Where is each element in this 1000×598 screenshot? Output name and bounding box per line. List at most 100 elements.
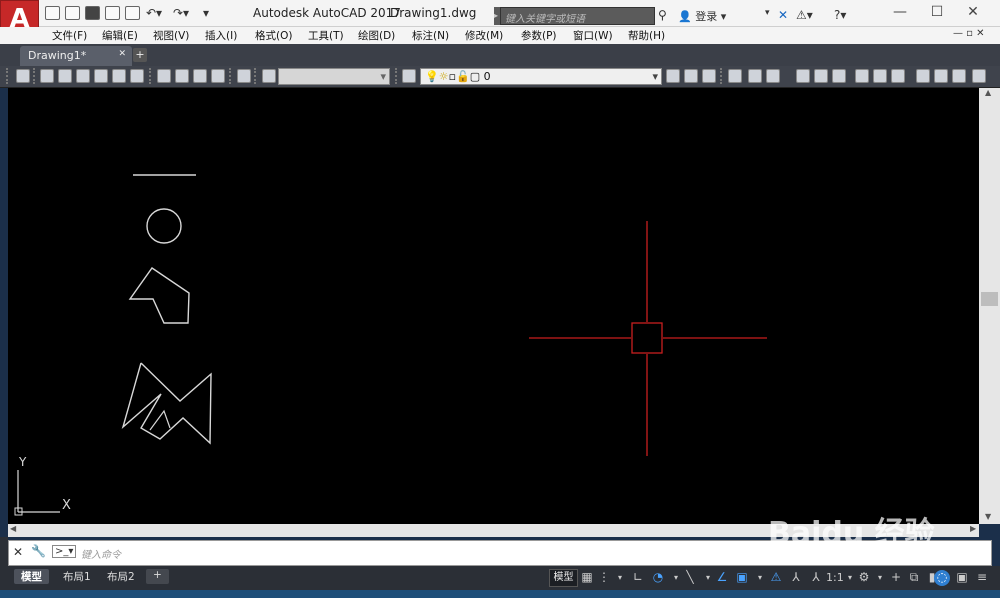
plus-icon[interactable]: +: [888, 570, 904, 586]
user-dropdown-icon[interactable]: ▾: [765, 8, 770, 18]
render-region-icon[interactable]: [175, 69, 189, 83]
shade-wireframe-icon[interactable]: [58, 69, 72, 83]
annotation-visibility-icon[interactable]: ⚠: [768, 570, 784, 586]
menu-edit[interactable]: 编辑(E): [102, 28, 138, 43]
ucs-previous-icon[interactable]: [952, 69, 966, 83]
dimension-ordinate-icon[interactable]: [796, 69, 810, 83]
menu-view[interactable]: 视图(V): [153, 28, 189, 43]
menu-insert[interactable]: 插入(I): [205, 28, 237, 43]
command-input[interactable]: 键入命令: [81, 546, 121, 561]
toolbar-grip[interactable]: [33, 68, 39, 84]
dimension-aligned-icon[interactable]: [748, 69, 762, 83]
recent-commands-icon[interactable]: >_▾: [52, 545, 77, 558]
close-icon[interactable]: ✕: [13, 545, 23, 559]
minimize-button[interactable]: —: [885, 4, 915, 22]
toolbar-grip[interactable]: [395, 68, 401, 84]
visual-styles-manager-icon[interactable]: [16, 69, 30, 83]
circle-entity[interactable]: [146, 208, 182, 244]
menu-help[interactable]: 帮助(H): [628, 28, 665, 43]
help-icon[interactable]: ?▾: [834, 8, 846, 22]
layer-previous-icon[interactable]: [684, 69, 698, 83]
new-tab-button[interactable]: +: [133, 48, 147, 62]
make-current-layer-icon[interactable]: [666, 69, 680, 83]
menu-draw[interactable]: 绘图(D): [358, 28, 395, 43]
menu-window[interactable]: 窗口(W): [573, 28, 613, 43]
named-views-icon[interactable]: [262, 69, 276, 83]
snap-icon[interactable]: ⋮: [596, 570, 612, 586]
isolate-objects-icon[interactable]: ⧉: [906, 570, 922, 586]
toolbar-grip[interactable]: [254, 68, 260, 84]
saveas-icon[interactable]: [105, 6, 120, 20]
print-icon[interactable]: [125, 6, 140, 20]
tab-layout1[interactable]: 布局1: [56, 569, 98, 584]
chevron-down-icon[interactable]: ▾: [612, 570, 628, 586]
dimension-continue-icon[interactable]: [891, 69, 905, 83]
scroll-down-icon[interactable]: ▼: [985, 512, 991, 521]
shade-realistic-icon[interactable]: [94, 69, 108, 83]
close-window-button[interactable]: ✕: [958, 4, 988, 22]
toolbar-grip[interactable]: [229, 68, 235, 84]
document-window-controls[interactable]: — ▫ ✕: [953, 28, 985, 39]
ucs-icon[interactable]: [916, 69, 930, 83]
annotation-scale-icon[interactable]: ⅄: [808, 570, 824, 586]
layer-combobox[interactable]: 💡☼▫🔓▢ 0 ▾: [420, 68, 662, 85]
open-icon[interactable]: [65, 6, 80, 20]
grid-icon[interactable]: ▦: [579, 570, 595, 586]
shade-hidden-icon[interactable]: [76, 69, 90, 83]
scroll-up-icon[interactable]: ▲: [985, 88, 991, 97]
search-input[interactable]: 键入关键字或短语: [500, 7, 655, 25]
shade-conceptual-icon[interactable]: [112, 69, 126, 83]
layer-properties-icon[interactable]: [402, 69, 416, 83]
ucs-world-icon[interactable]: [934, 69, 948, 83]
autodesk-a360-icon[interactable]: ⚠▾: [796, 8, 813, 22]
quick-access-dropdown-icon[interactable]: ▾: [203, 6, 209, 20]
add-layout-button[interactable]: +: [146, 569, 169, 584]
dimension-arc-icon[interactable]: [766, 69, 780, 83]
scroll-right-icon[interactable]: ▶: [970, 524, 976, 533]
visual-style-combobox[interactable]: ▾: [278, 68, 390, 85]
model-space-button[interactable]: 模型: [549, 569, 578, 587]
render-icon[interactable]: [157, 69, 171, 83]
undo-icon[interactable]: ↶▾: [146, 6, 162, 20]
scroll-left-icon[interactable]: ◀: [10, 524, 16, 533]
polar-tracking-icon[interactable]: ◔: [650, 570, 666, 586]
dimension-linear-icon[interactable]: [728, 69, 742, 83]
annotation-autoscale-icon[interactable]: ⅄: [788, 570, 804, 586]
menu-file[interactable]: 文件(F): [52, 28, 87, 43]
object-snap-tracking-icon[interactable]: ∠: [714, 570, 730, 586]
close-icon[interactable]: ✕: [118, 49, 126, 59]
ucs-object-icon[interactable]: [972, 69, 986, 83]
shade-2d-wireframe-icon[interactable]: [40, 69, 54, 83]
chevron-down-icon[interactable]: ▾: [872, 570, 888, 586]
menu-tools[interactable]: 工具(T): [308, 28, 344, 43]
menu-icon[interactable]: ≡: [974, 570, 990, 586]
toolbar-grip[interactable]: [6, 68, 12, 84]
dimension-radius-icon[interactable]: [814, 69, 828, 83]
shade-shaded-icon[interactable]: [130, 69, 144, 83]
chevron-down-icon[interactable]: ▾: [752, 570, 768, 586]
drawing-canvas[interactable]: Y X: [8, 88, 979, 524]
tab-layout2[interactable]: 布局2: [100, 569, 142, 584]
redo-icon[interactable]: ↷▾: [173, 6, 189, 20]
exchange-icon[interactable]: ✕: [778, 8, 788, 22]
command-grip[interactable]: [0, 537, 8, 567]
isodraft-icon[interactable]: ╲: [682, 570, 698, 586]
dimension-baseline-icon[interactable]: [873, 69, 887, 83]
toolbar-grip[interactable]: [149, 68, 155, 84]
ortho-icon[interactable]: ∟: [630, 570, 646, 586]
menu-parametric[interactable]: 参数(P): [521, 28, 557, 43]
dimension-angular-icon[interactable]: [855, 69, 869, 83]
new-icon[interactable]: [45, 6, 60, 20]
camera-icon[interactable]: [237, 69, 251, 83]
tab-drawing1[interactable]: Drawing1* ✕: [20, 46, 132, 66]
menu-dimension[interactable]: 标注(N): [412, 28, 449, 43]
save-icon[interactable]: [85, 6, 100, 20]
binoculars-icon[interactable]: ⚲: [658, 8, 667, 22]
toolbar-grip[interactable]: [720, 68, 726, 84]
clean-screen-icon[interactable]: ◌: [934, 570, 950, 586]
object-snap-icon[interactable]: ▣: [734, 570, 750, 586]
wrench-icon[interactable]: 🔧: [31, 544, 46, 558]
polyline-entity[interactable]: [121, 362, 212, 445]
maximize-button[interactable]: ☐: [922, 4, 952, 22]
materials-icon[interactable]: [193, 69, 207, 83]
